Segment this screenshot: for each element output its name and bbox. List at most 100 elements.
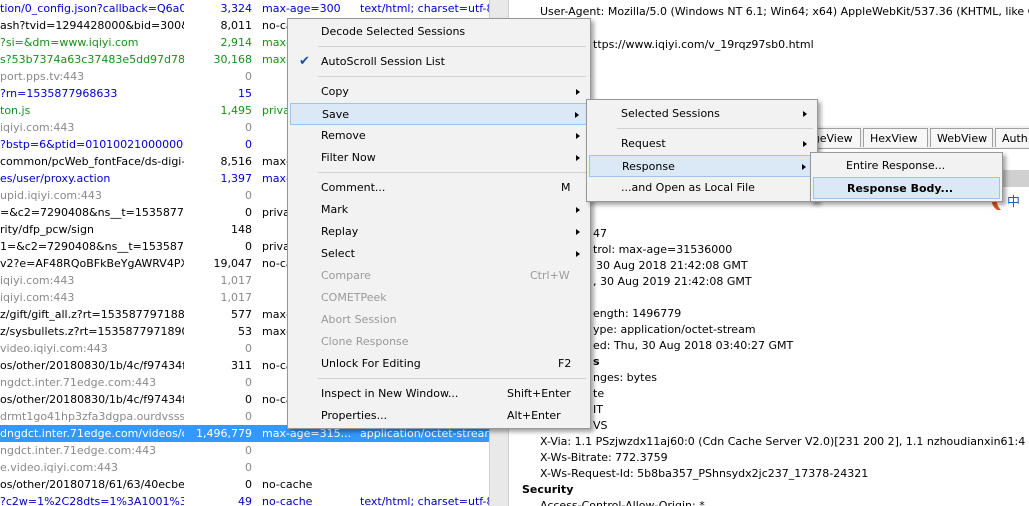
session-body-size: 30,168 xyxy=(213,53,253,66)
session-body-size: 1,397 xyxy=(220,172,253,185)
session-body-size: 0 xyxy=(245,444,252,457)
header-line: X-Ws-Bitrate: 772.3759 xyxy=(540,451,668,464)
menu-item-shortcut: Ctrl+W xyxy=(530,269,570,282)
menu-item-and-open-as-local-file[interactable]: ...and Open as Local File xyxy=(589,177,815,199)
session-body-size: 0 xyxy=(245,189,252,202)
menu-item-label: Copy xyxy=(321,85,349,98)
submenu-arrow-icon xyxy=(803,111,807,117)
session-url: os/other/20180830/1b/4c/f97434f... xyxy=(0,393,184,406)
menu-item-autoscroll-session-list[interactable]: ✔ AutoScroll Session List xyxy=(290,51,588,73)
submenu-arrow-icon xyxy=(576,133,580,139)
menu-item-label: Comment... xyxy=(321,181,386,194)
session-body-size: 49 xyxy=(238,495,252,506)
session-url: dngdct.inter.71edge.com/videos/ot... xyxy=(0,427,184,440)
menu-item-decode-selected-sessions[interactable]: Decode Selected Sessions xyxy=(290,21,588,43)
session-body-size: 3,324 xyxy=(220,2,253,15)
menu-item-filter-now[interactable]: Filter Now xyxy=(290,147,588,169)
menu-item-request[interactable]: Request xyxy=(589,133,815,155)
menu-separator xyxy=(617,128,813,129)
session-body-size: 0 xyxy=(245,393,252,406)
menu-item-response[interactable]: Response xyxy=(589,155,815,177)
session-body-size: 0 xyxy=(245,342,252,355)
menu-item-copy[interactable]: Copy xyxy=(290,81,588,103)
session-content-type: text/html; charset=utf-8 xyxy=(360,495,489,506)
session-caching: max-age=300 xyxy=(262,2,341,15)
menu-item-label: Response Body... xyxy=(847,182,954,195)
session-body-size: 1,017 xyxy=(220,274,253,287)
tab-webview[interactable]: WebView xyxy=(930,128,993,147)
menu-item-remove[interactable]: Remove xyxy=(290,125,588,147)
session-row[interactable]: ?c2w=1%2C28dts=1%3A1001%3... 49 no-cache te… xyxy=(0,493,489,506)
svg-text:中: 中 xyxy=(1007,195,1020,210)
submenu-arrow-icon xyxy=(576,89,580,95)
session-body-size: 1,017 xyxy=(220,291,253,304)
menu-item-cometpeek[interactable]: COMETPeek xyxy=(290,287,588,309)
session-caching: no-cache xyxy=(262,478,313,491)
session-row[interactable]: os/other/20180718/61/63/40ecbe9... 0 no-ca… xyxy=(0,476,489,493)
menu-item-label: Properties... xyxy=(321,409,388,422)
session-url: ?si=&dm=www.iqiyi.com xyxy=(0,36,139,49)
menu-item-label: Filter Now xyxy=(321,151,376,164)
session-row[interactable]: e.video.iqiyi.com:443 0 xyxy=(0,459,489,476)
menu-separator xyxy=(318,46,586,47)
session-url: os/other/20180830/1b/4c/f97434f... xyxy=(0,359,184,372)
session-url: z/sysbullets.z?rt=1535877971890... xyxy=(0,325,184,338)
session-row[interactable]: tion/0_config.json?callback=Q6a0... 3,324… xyxy=(0,0,489,17)
session-body-size: 2,914 xyxy=(220,36,253,49)
session-url: ton.js xyxy=(0,104,31,117)
header-line: trol: max-age=31536000 xyxy=(593,243,733,256)
session-url: rity/dfp_pcw/sign xyxy=(0,223,94,236)
menu-item-label: Unlock For Editing xyxy=(321,357,421,370)
menu-item-properties[interactable]: Properties... Alt+Enter xyxy=(290,405,588,427)
menu-item-label: Save xyxy=(322,108,350,121)
session-url: 1=&c2=7290408&ns__t=1535877... xyxy=(0,240,184,253)
submenu-arrow-icon xyxy=(802,164,806,170)
menu-item-entire-response[interactable]: Entire Response... xyxy=(813,155,1000,177)
session-body-size: 148 xyxy=(231,223,252,236)
session-url: ?c2w=1%2C28dts=1%3A1001%3... xyxy=(0,495,184,506)
menu-item-selected-sessions[interactable]: Selected Sessions xyxy=(589,103,815,125)
session-url: upid.iqiyi.com:443 xyxy=(0,189,102,202)
session-body-size: 15 xyxy=(238,87,252,100)
menu-item-save[interactable]: Save xyxy=(290,103,588,125)
menu-item-comment[interactable]: Comment... M xyxy=(290,177,588,199)
submenu-arrow-icon xyxy=(803,141,807,147)
menu-item-label: Selected Sessions xyxy=(621,107,720,120)
tab-auth[interactable]: Auth xyxy=(995,128,1029,147)
session-body-size: 311 xyxy=(231,359,252,372)
session-body-size: 8,516 xyxy=(220,155,253,168)
submenu-arrow-icon xyxy=(576,155,580,161)
session-url: ?bstp=6&ptid=010100210000000... xyxy=(0,138,184,151)
session-url: ngdct.inter.71edge.com:443 xyxy=(0,444,157,457)
session-url: drmt1go41hp3zfa3dgpa.ourdvsss.c... xyxy=(0,410,184,423)
session-url: iqiyi.com:443 xyxy=(0,274,75,287)
menu-item-label: Request xyxy=(621,137,666,150)
menu-item-inspect-in-new-window[interactable]: Inspect in New Window... Shift+Enter xyxy=(290,383,588,405)
header-line: , 30 Aug 2019 21:42:08 GMT xyxy=(593,275,752,288)
session-body-size: 1,496,779 xyxy=(196,427,252,440)
menu-item-abort-session[interactable]: Abort Session xyxy=(290,309,588,331)
submenu-arrow-icon xyxy=(576,229,580,235)
menu-item-compare[interactable]: Compare Ctrl+W xyxy=(290,265,588,287)
menu-item-shortcut: Alt+Enter xyxy=(507,409,561,422)
session-body-size: 577 xyxy=(231,308,252,321)
menu-separator xyxy=(318,378,586,379)
session-row[interactable]: ngdct.inter.71edge.com:443 0 xyxy=(0,442,489,459)
menu-item-shortcut: M xyxy=(561,181,571,194)
tab-hexview[interactable]: HexView xyxy=(863,128,928,147)
session-body-size: 0 xyxy=(245,70,252,83)
session-url: ?rn=1535877968633 xyxy=(0,87,118,100)
menu-item-response-body[interactable]: Response Body... xyxy=(813,177,1000,199)
menu-item-select[interactable]: Select xyxy=(290,243,588,265)
menu-item-label: Entire Response... xyxy=(846,159,946,172)
menu-item-mark[interactable]: Mark xyxy=(290,199,588,221)
menu-item-replay[interactable]: Replay xyxy=(290,221,588,243)
session-context-menu: Decode Selected Sessions ✔ AutoScroll Sess… xyxy=(287,18,591,429)
menu-item-clone-response[interactable]: Clone Response xyxy=(290,331,588,353)
submenu-arrow-icon xyxy=(576,251,580,257)
menu-item-label: Decode Selected Sessions xyxy=(321,25,466,38)
menu-item-unlock-for-editing[interactable]: Unlock For Editing F2 xyxy=(290,353,588,375)
header-line: 30 Aug 2018 21:42:08 GMT xyxy=(596,259,748,272)
menu-item-label: Abort Session xyxy=(321,313,397,326)
header-line: nges: bytes xyxy=(593,371,657,384)
